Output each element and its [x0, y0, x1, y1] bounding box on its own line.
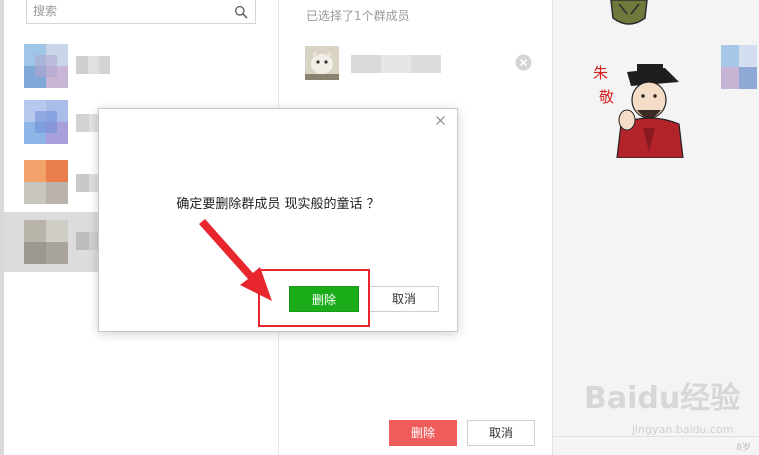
avatar [721, 45, 757, 89]
search-icon[interactable] [234, 5, 248, 19]
confirm-delete-button[interactable]: 删除 [289, 286, 359, 312]
svg-text:朱: 朱 [593, 64, 608, 82]
avatar [24, 220, 68, 264]
search-bar[interactable] [26, 0, 256, 24]
dialog-cancel-button[interactable]: 取消 [369, 286, 439, 312]
avatar [24, 44, 68, 88]
svg-text:敬: 敬 [599, 88, 614, 106]
dialog-message: 确定要删除群成员 现实般的童话 ？ [176, 197, 380, 212]
sticker-image [610, 0, 648, 25]
contact-row[interactable] [4, 36, 278, 96]
watermark-logo: Baidu经验 [584, 381, 741, 416]
delete-button[interactable]: 删除 [389, 420, 457, 446]
watermark: Baidu经验 jingyan.baidu.com [584, 373, 759, 443]
search-input[interactable] [33, 3, 223, 19]
close-circle-icon[interactable] [515, 54, 532, 71]
contact-name-blurred [76, 56, 110, 74]
corner-text: 8岁 [736, 443, 751, 453]
watermark-url: jingyan.baidu.com [632, 423, 734, 436]
sticker-image: 朱 敬 [593, 64, 684, 158]
member-name-blurred [351, 55, 441, 73]
cancel-button[interactable]: 取消 [467, 420, 535, 446]
avatar [24, 160, 68, 204]
member-avatar [305, 46, 339, 80]
close-icon[interactable] [435, 115, 446, 126]
selected-count-label: 已选择了1个群成员 [306, 9, 410, 23]
avatar [24, 100, 68, 144]
confirm-dialog: 确定要删除群成员 现实般的童话 ？ 删除 取消 [98, 108, 458, 332]
